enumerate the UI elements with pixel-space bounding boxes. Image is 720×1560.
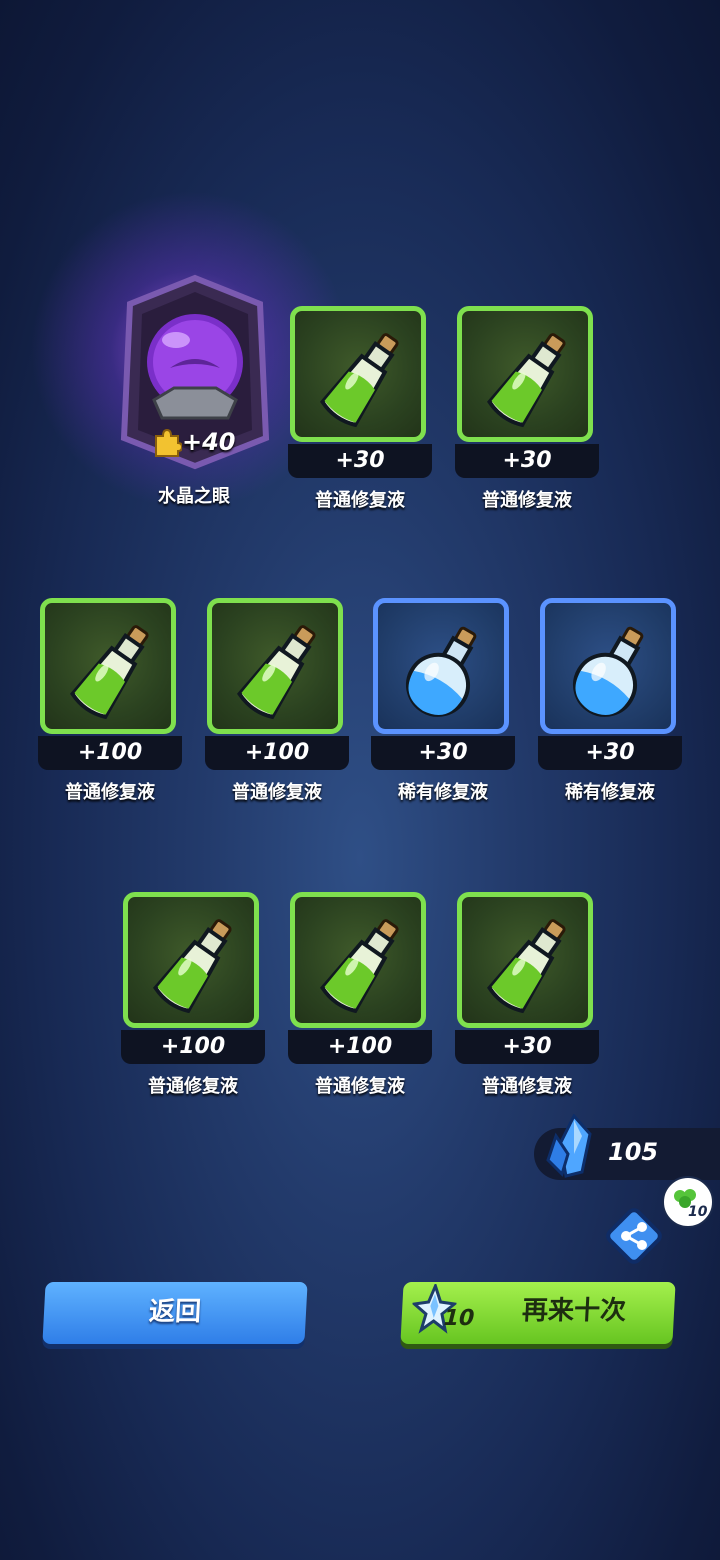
crystal-count: 105	[608, 1138, 659, 1166]
item-amount: +30	[455, 1030, 599, 1064]
blue-crystal-icon	[546, 1114, 592, 1178]
item-amount: +30	[288, 444, 432, 478]
item-amount: +100	[288, 1030, 432, 1064]
reward-card[interactable]: +30 稀有修复液	[538, 598, 682, 810]
share-button[interactable]	[604, 1206, 664, 1266]
share-reward-bubble: 10	[662, 1176, 714, 1228]
common-potion-icon	[153, 919, 232, 1014]
item-name: 普通修复液	[482, 490, 572, 511]
common-potion-icon	[237, 625, 316, 720]
reward-card[interactable]: +30 普通修复液	[455, 306, 599, 518]
item-name: 普通修复液	[148, 1076, 238, 1097]
item-amount: +100	[205, 736, 349, 770]
item-tile	[373, 598, 509, 734]
special-item-card[interactable]: +40 水晶之眼	[30, 190, 350, 520]
item-name: 普通修复液	[315, 1076, 405, 1097]
item-amount: +30	[538, 736, 682, 770]
draw-again-button[interactable]: 10 再来十次	[400, 1282, 676, 1344]
reward-card[interactable]: +30 普通修复液	[455, 892, 599, 1104]
item-amount: +100	[38, 736, 182, 770]
common-potion-icon	[320, 919, 399, 1014]
item-name: 普通修复液	[65, 782, 155, 803]
reward-card[interactable]: +100 普通修复液	[205, 598, 349, 810]
common-potion-icon	[487, 333, 566, 428]
item-name: 普通修复液	[482, 1076, 572, 1097]
item-name: 稀有修复液	[398, 782, 488, 803]
draw-again-label: 再来十次	[521, 1296, 627, 1326]
draw-again-cost: 10	[443, 1306, 475, 1331]
item-tile	[40, 598, 176, 734]
common-potion-icon	[70, 625, 149, 720]
item-name: 普通修复液	[232, 782, 322, 803]
rare-potion-icon	[406, 626, 477, 717]
reward-card[interactable]: +100 普通修复液	[288, 892, 432, 1104]
item-amount: +30	[371, 736, 515, 770]
reward-card[interactable]: +30 稀有修复液	[371, 598, 515, 810]
special-item-name: 水晶之眼	[158, 486, 230, 507]
item-name: 稀有修复液	[565, 782, 655, 803]
item-tile	[290, 892, 426, 1028]
reward-card[interactable]: +100 普通修复液	[121, 892, 265, 1104]
puzzle-piece-icon	[155, 428, 182, 457]
special-item-amount: +40	[182, 428, 236, 456]
item-tile	[123, 892, 259, 1028]
item-tile	[457, 306, 593, 442]
item-amount: +30	[455, 444, 599, 478]
item-amount: +100	[121, 1030, 265, 1064]
item-tile	[207, 598, 343, 734]
item-name: 普通修复液	[315, 490, 405, 511]
item-tile	[290, 306, 426, 442]
common-potion-icon	[320, 333, 399, 428]
rare-potion-icon	[573, 626, 644, 717]
common-potion-icon	[487, 919, 566, 1014]
reward-card[interactable]: +30 普通修复液	[288, 306, 432, 518]
reward-card[interactable]: +100 普通修复液	[38, 598, 182, 810]
share-icon	[606, 1208, 662, 1264]
item-tile	[457, 892, 593, 1028]
share-reward-count: 10	[688, 1204, 708, 1220]
crystal-currency-badge: 105	[534, 1114, 720, 1180]
item-tile	[540, 598, 676, 734]
back-button[interactable]: 返回	[42, 1282, 308, 1344]
